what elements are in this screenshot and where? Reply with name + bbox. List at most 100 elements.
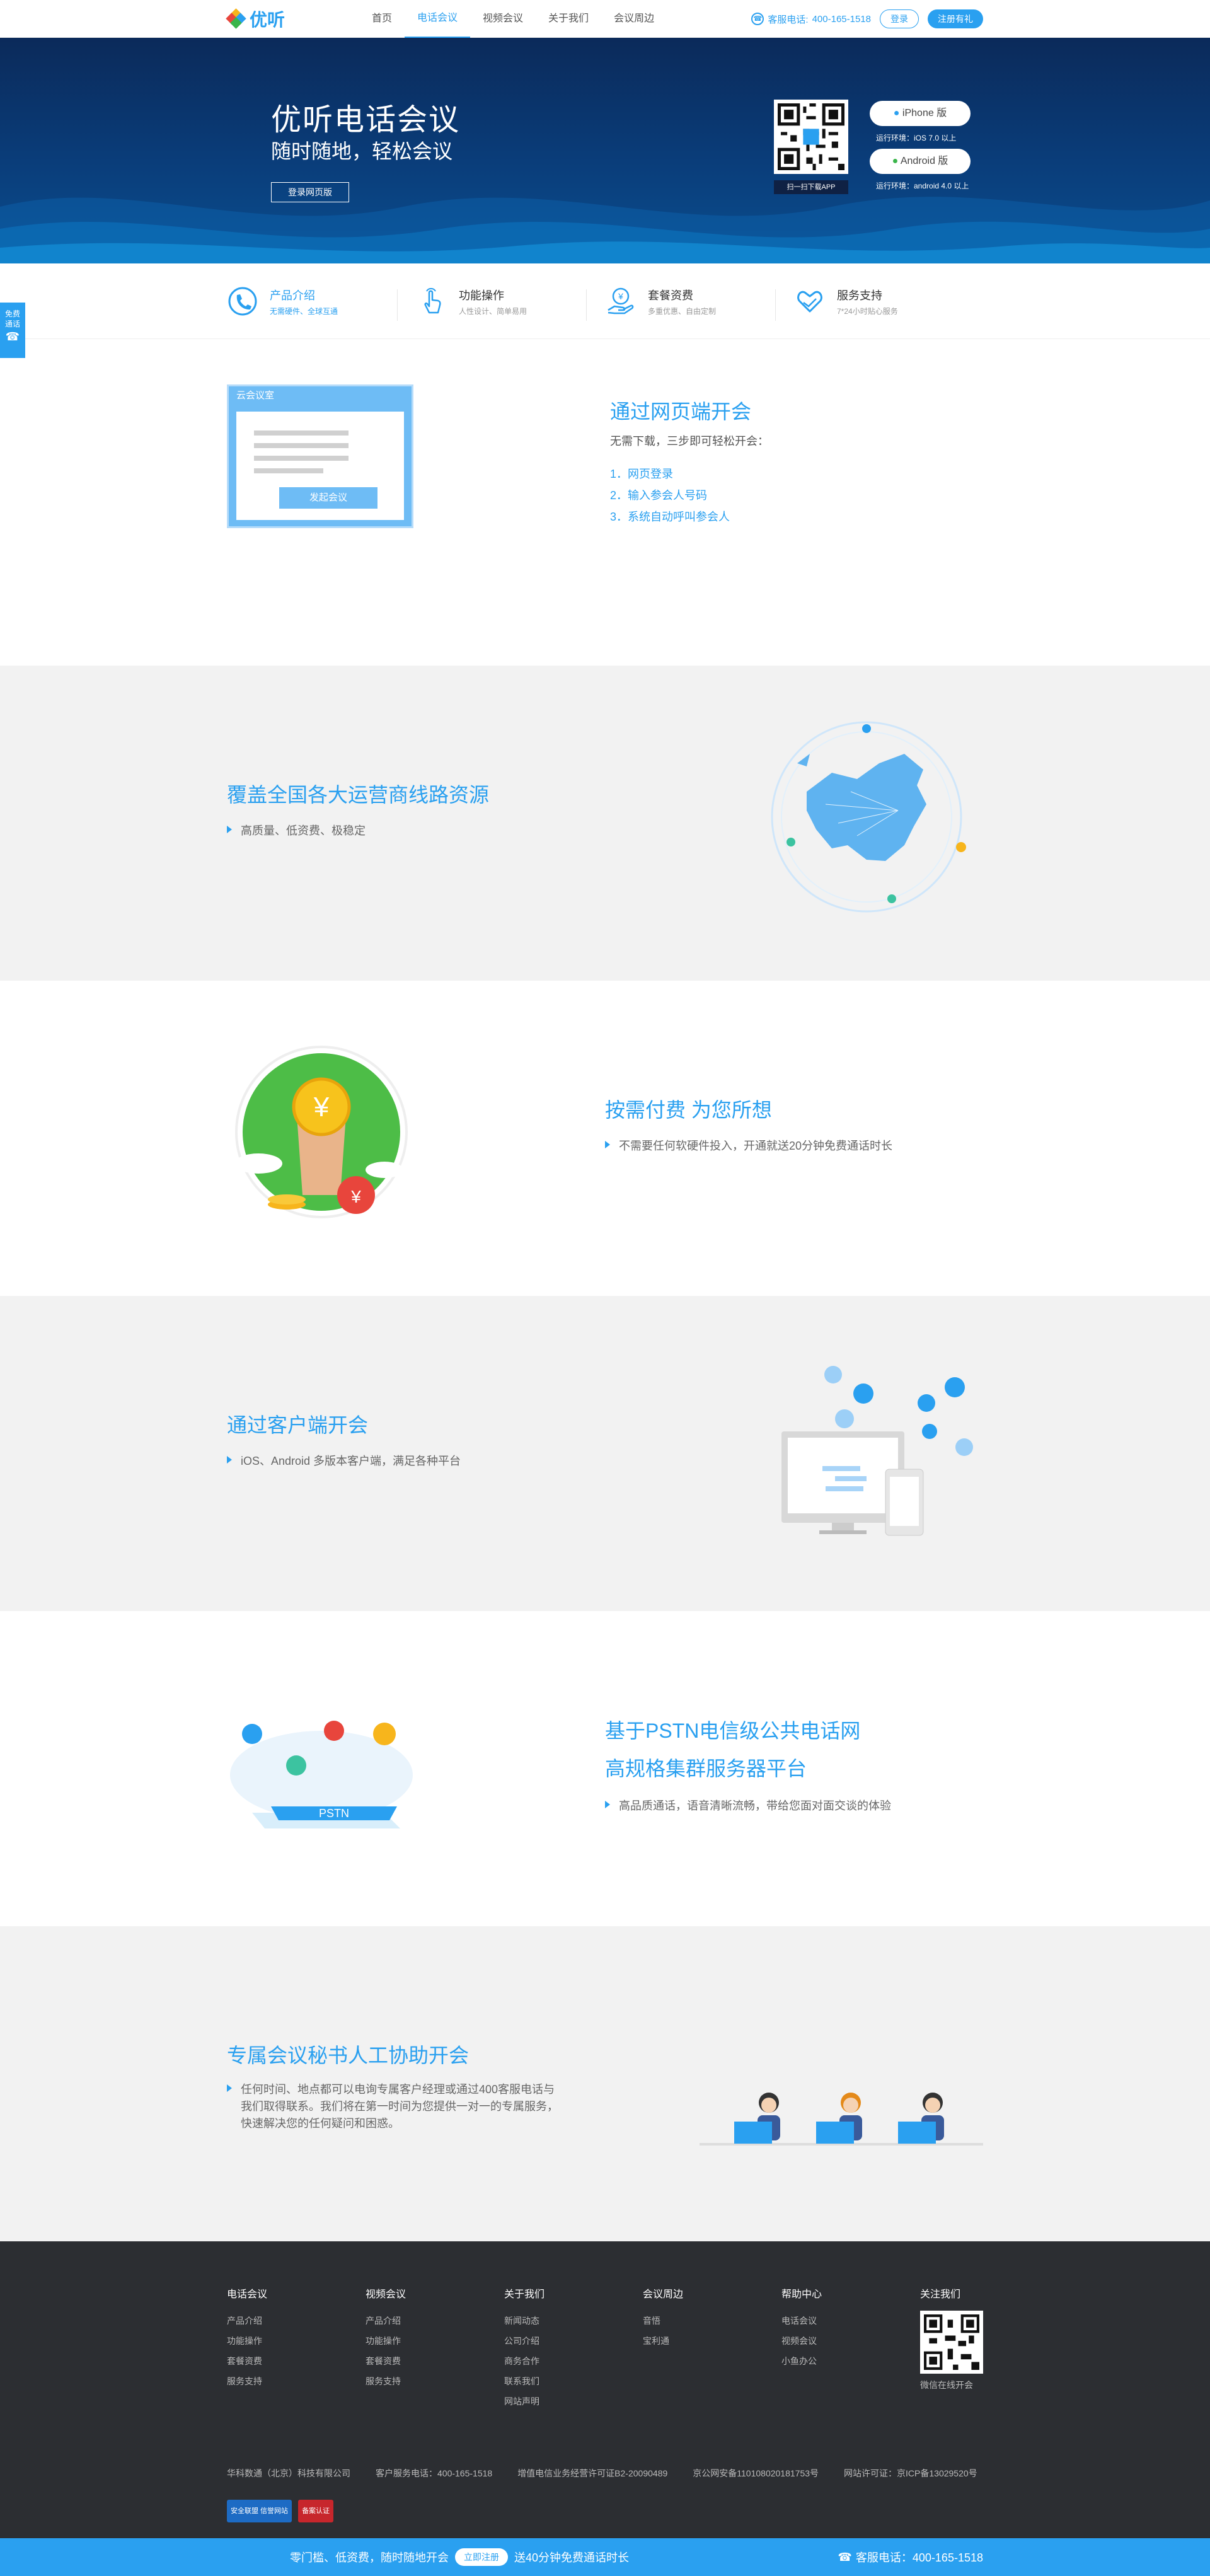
nav-video-conference[interactable]: 视频会议 [470,0,536,38]
company-name: 华科数通（北京）科技有限公司 [227,2468,350,2478]
free-call-label: 免费通话 [5,309,21,328]
logo[interactable]: 优听 [226,6,359,32]
footer-link[interactable]: 套餐资费 [366,2351,406,2371]
customer-service-illustration [700,2093,983,2146]
section-title: 专属会议秘书人工协助开会 [227,2044,470,2067]
iphone-download-button[interactable]: ● iPhone 版 [870,101,971,126]
section-title-1: 基于PSTN电信级公共电话网 [605,1719,861,1742]
feature-support[interactable]: 服务支持 7*24小时贴心服务 [775,286,983,321]
footer-col-help: 帮助中心 电话会议 视频会议 小鱼办公 [781,2285,822,2371]
feature-desc: 7*24小时贴心服务 [837,306,898,316]
iphone-env: 运行环境：iOS 7.0 以上 [876,134,957,142]
record-badge[interactable]: 备案认证 [298,2500,334,2522]
footer-link[interactable]: 产品介绍 [227,2311,267,2331]
footer-link[interactable]: 网站声明 [504,2391,544,2411]
web-login-button[interactable]: 登录网页版 [271,182,349,202]
devices-illustration [781,1366,973,1536]
money-illustration: ¥ ¥ [234,1046,408,1218]
step-3: 3．系统自动呼叫参会人 [610,511,730,523]
login-button[interactable]: 登录 [880,9,919,28]
step-1: 1．网页登录 [610,468,674,480]
bottom-promo-bar: 零门槛、低资费，随时随地开会 立即注册 送40分钟免费通话时长 ☎ 客服电话：4… [0,2538,1210,2576]
qr-caption: 微信在线开会 [920,2380,973,2390]
android-download-button[interactable]: ● Android 版 [870,149,971,174]
footer-link[interactable]: 功能操作 [366,2331,406,2351]
footer-link[interactable]: 电话会议 [781,2311,822,2331]
svg-text:¥: ¥ [618,291,623,301]
footer-col-about: 关于我们 新闻动态 公司介绍 商务合作 联系我们 网站声明 [504,2285,544,2411]
footer-link[interactable]: 视频会议 [781,2331,822,2351]
section-bullet: 不需要任何软硬件投入，开通就送20分钟免费通话时长 [605,1137,892,1153]
footer-col-follow: 关注我们 微信在线开会 [920,2285,983,2391]
footer-col-video-conference: 视频会议 产品介绍 功能操作 套餐资费 服务支持 [366,2285,406,2391]
hotline-label: 客服电话: [768,14,809,25]
wechat-qr-code [920,2311,983,2374]
start-meeting-button: 发起会议 [279,487,377,509]
section-web-meeting: 云会议室 发起会议 通过网页端开会 无需下载，三步即可轻松开会： 1．网页登录 … [0,339,1210,666]
footer-link[interactable]: 宝利通 [643,2331,683,2351]
cloud-meeting-illustration: 云会议室 发起会议 [227,384,413,528]
mock-title: 云会议室 [236,390,275,401]
bottom-hotline: ☎ 客服电话：400-165-1518 [838,2549,983,2565]
footer-link[interactable]: 产品介绍 [366,2311,406,2331]
heart-hand-icon [794,286,826,317]
feature-desc: 人性设计、简单易用 [459,306,527,316]
feature-desc: 多重优惠、自由定制 [648,306,717,316]
footer-link[interactable]: 套餐资费 [227,2351,267,2371]
footer-info: 华科数通（北京）科技有限公司 客户服务电话：400-165-1518 增值电信业… [227,2467,977,2480]
app-qr-code [774,100,848,174]
nav-accessories[interactable]: 会议周边 [601,0,667,38]
footer-link[interactable]: 服务支持 [366,2371,406,2391]
police-record: 京公网安备110108020181753号 [693,2468,819,2478]
security-badge[interactable]: 安全联盟 信誉网站 [227,2500,292,2522]
bottom-hotline-text: 客服电话：400-165-1518 [855,2551,983,2564]
footer-link[interactable]: 联系我们 [504,2371,544,2391]
feature-pricing[interactable]: ¥ 套餐资费 多重优惠、自由定制 [586,286,794,321]
section-client-app: 通过客户端开会 iOS、Android 多版本客户端，满足各种平台 [0,1296,1210,1611]
pstn-label: PSTN [319,1807,349,1820]
china-map-illustration [771,721,966,913]
section-pstn: PSTN 基于PSTN电信级公共电话网 高规格集群服务器平台 高品质通话，语音清… [0,1611,1210,1926]
phone-icon: ☎ [751,13,764,25]
section-bullet-line-1: 任何时间、地点都可以电询专属客户经理或通过400客服电话与 [227,2081,555,2097]
feature-title: 产品介绍 [270,289,315,302]
feature-product-intro[interactable]: 产品介绍 无需硬件、全球互通 [227,286,416,317]
phone-icon [227,286,258,317]
header: 优听 首页 电话会议 视频会议 关于我们 会议周边 ☎ 客服电话: 400-16… [0,0,1210,38]
footer: 电话会议 产品介绍 功能操作 套餐资费 服务支持 视频会议 产品介绍 功能操作 … [0,2241,1210,2576]
feature-title: 功能操作 [459,289,504,302]
logo-icon [226,8,246,29]
footer-link[interactable]: 商务合作 [504,2351,544,2371]
footer-link[interactable]: 新闻动态 [504,2311,544,2331]
section-secretary: 专属会议秘书人工协助开会 任何时间、地点都可以电询专属客户经理或通过400客服电… [0,1926,1210,2241]
footer-col-phone-conference: 电话会议 产品介绍 功能操作 套餐资费 服务支持 [227,2285,267,2391]
feature-title: 套餐资费 [648,289,693,302]
section-coverage: 覆盖全国各大运营商线路资源 高质量、低资费、极稳定 [0,666,1210,981]
main-nav: 首页 电话会议 视频会议 关于我们 会议周边 [359,0,667,38]
footer-col-title: 电话会议 [227,2289,268,2300]
nav-about[interactable]: 关于我们 [536,0,601,38]
section-bullet-line-3: 快速解决您的任何疑问和困惑。 [241,2117,400,2130]
promo-text-right: 送40分钟免费通话时长 [514,2551,630,2564]
nav-home[interactable]: 首页 [359,0,405,38]
logo-text: 优听 [250,10,285,30]
footer-link[interactable]: 功能操作 [227,2331,267,2351]
banner-title: 优听电话会议 [271,103,461,137]
feature-strip: 产品介绍 无需硬件、全球互通 功能操作 人性设计、简单易用 ¥ 套餐资费 多重优… [0,263,1210,339]
section-pay-on-demand: ¥ ¥ 按需付费 为您所想 不需要任何软硬件投入，开通就送20分钟免费通话时长 [0,981,1210,1296]
android-icon: ● [892,156,899,166]
section-bullet: iOS、Android 多版本客户端，满足各种平台 [227,1452,461,1469]
register-button[interactable]: 注册有礼 [928,9,983,28]
pstn-illustration: PSTN [230,1721,413,1828]
footer-link[interactable]: 小鱼办公 [781,2351,822,2371]
register-now-button[interactable]: 立即注册 [455,2548,508,2566]
section-title: 通过网页端开会 [610,400,752,423]
nav-phone-conference[interactable]: 电话会议 [405,0,471,38]
footer-badges: 安全联盟 信誉网站 备案认证 [227,2500,334,2522]
footer-link[interactable]: 服务支持 [227,2371,267,2391]
footer-link[interactable]: 公司介绍 [504,2331,544,2351]
yen-hand-icon: ¥ [605,286,637,317]
feature-operation[interactable]: 功能操作 人性设计、简单易用 [397,286,605,321]
footer-col-accessories: 会议周边 音悟 宝利通 [643,2285,683,2351]
footer-link[interactable]: 音悟 [643,2311,683,2331]
